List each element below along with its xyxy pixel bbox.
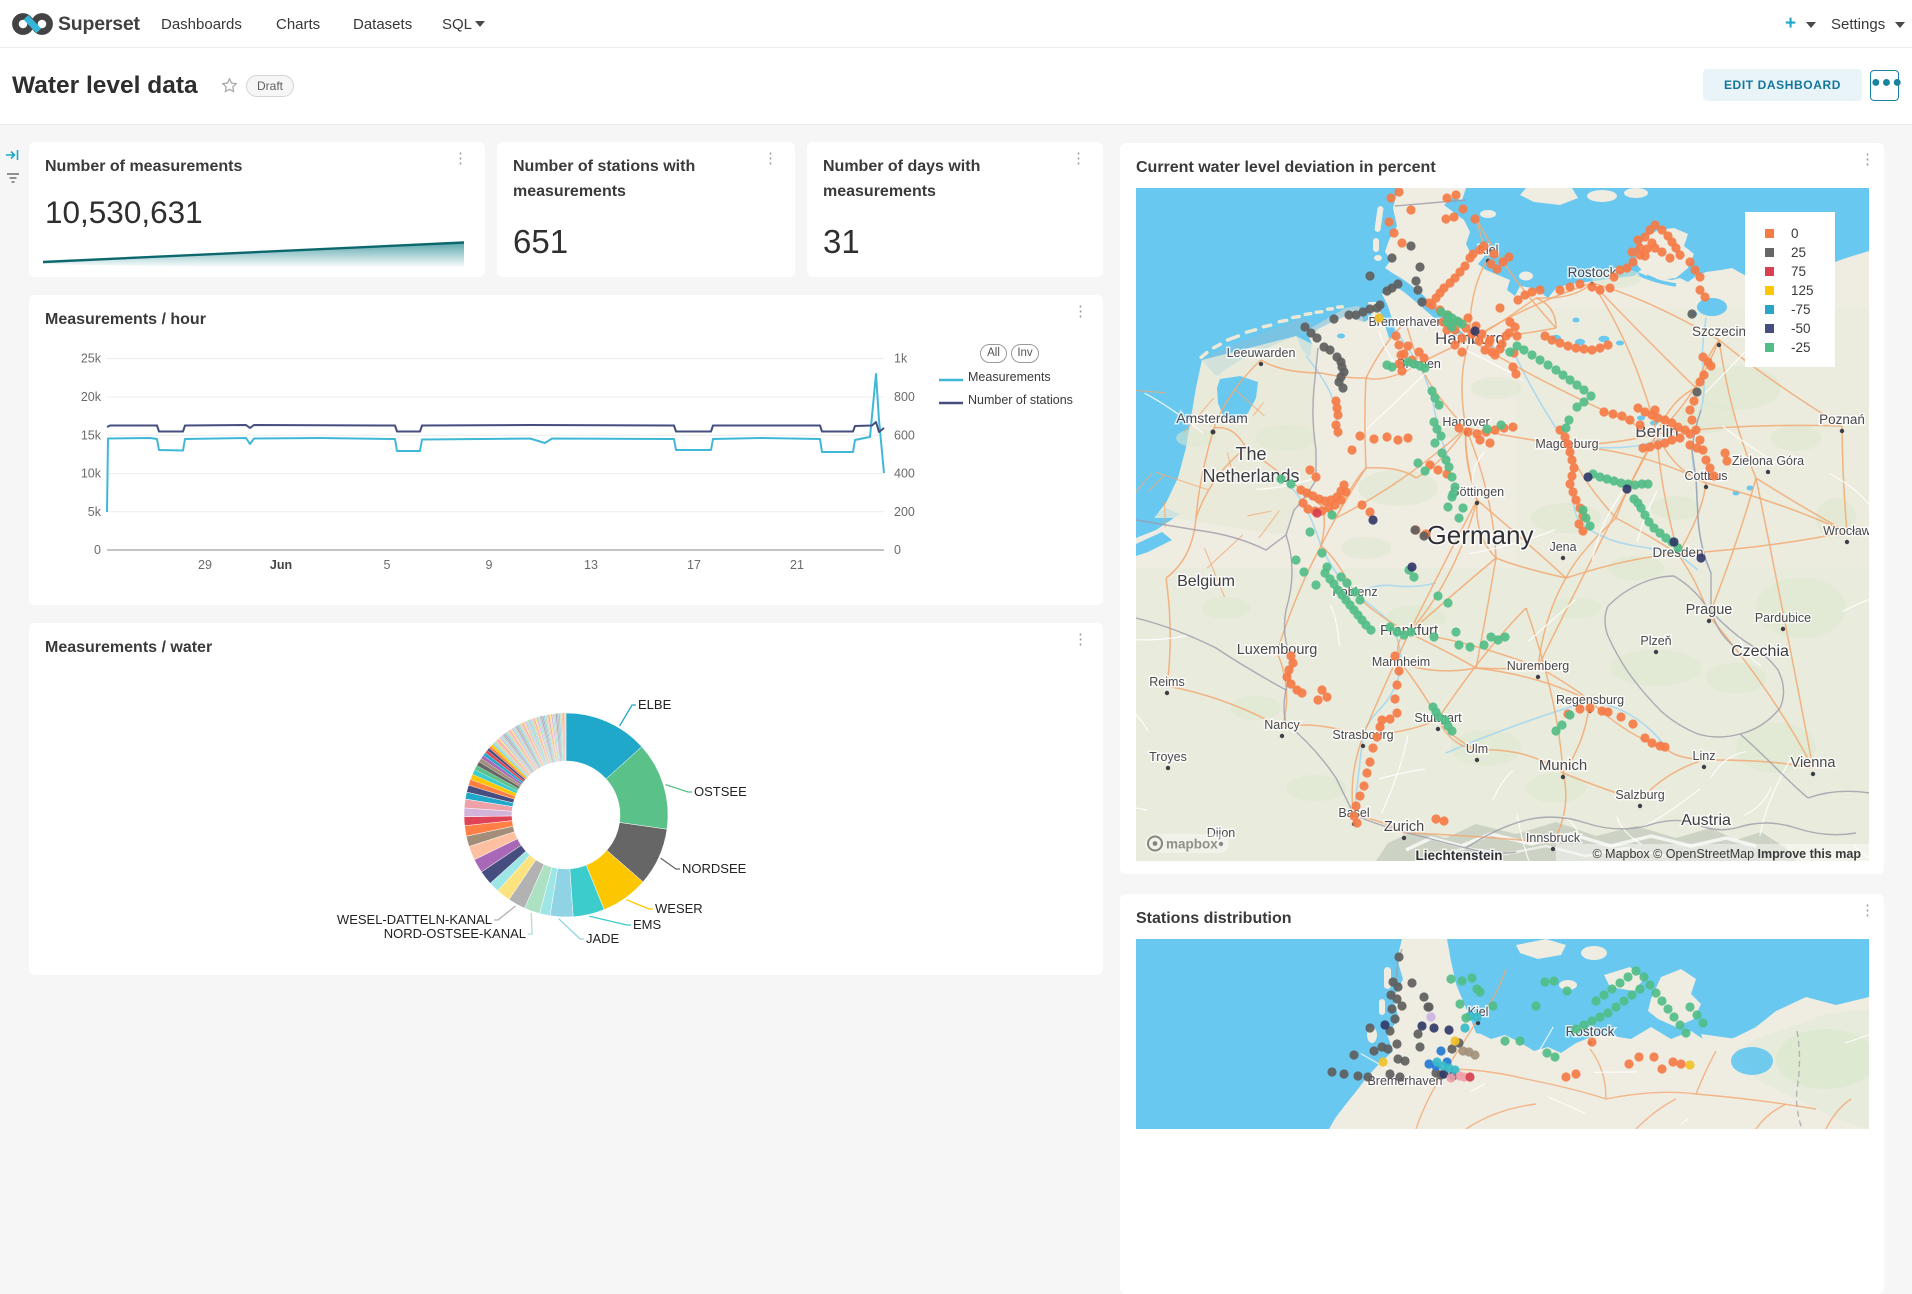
svg-text:Austria: Austria [1681,812,1731,829]
svg-text:5k: 5k [88,505,102,519]
svg-text:Prague: Prague [1686,602,1733,618]
svg-text:The: The [1235,444,1266,464]
svg-text:NORD-OSTSEE-KANAL: NORD-OSTSEE-KANAL [384,926,526,941]
svg-text:Jun: Jun [270,558,292,572]
svg-text:Salzburg: Salzburg [1615,788,1664,802]
svg-text:Netherlands: Netherlands [1202,466,1299,486]
svg-text:Liechtenstein: Liechtenstein [1415,848,1502,861]
svg-text:Zurich: Zurich [1384,819,1424,835]
svg-text:75: 75 [1791,264,1806,279]
svg-text:400: 400 [894,467,915,481]
svg-text:Germany: Germany [1427,520,1534,550]
svg-text:JADE: JADE [586,931,620,946]
svg-text:Nancy: Nancy [1264,718,1300,732]
svg-text:Strasbourg: Strasbourg [1332,728,1393,742]
svg-text:Munich: Munich [1539,757,1587,774]
svg-text:Pardubice: Pardubice [1755,611,1811,625]
svg-text:20k: 20k [81,390,102,404]
svg-text:Nuremberg: Nuremberg [1507,659,1570,673]
svg-text:Reims: Reims [1149,675,1184,689]
svg-text:25: 25 [1791,245,1806,260]
svg-text:EMS: EMS [633,917,662,932]
svg-text:17: 17 [687,558,701,572]
svg-text:Rostock: Rostock [1568,265,1617,280]
svg-text:0: 0 [1791,226,1799,241]
svg-text:10k: 10k [81,467,102,481]
svg-text:OSTSEE: OSTSEE [694,784,747,799]
svg-text:Czechia: Czechia [1731,643,1789,660]
svg-text:600: 600 [894,428,915,442]
svg-text:Jena: Jena [1549,540,1576,554]
svg-text:© Mapbox © OpenStreetMap Impro: © Mapbox © OpenStreetMap Improve this ma… [1592,847,1861,861]
svg-text:Wrocław: Wrocław [1823,524,1869,538]
svg-text:Linz: Linz [1693,749,1716,763]
svg-text:ELBE: ELBE [638,697,672,712]
svg-text:Luxembourg: Luxembourg [1237,642,1318,658]
svg-text:Amsterdam: Amsterdam [1176,410,1248,426]
svg-text:-75: -75 [1791,302,1811,317]
svg-text:Cottbus: Cottbus [1684,469,1727,483]
svg-text:Plzeň: Plzeň [1640,634,1671,648]
svg-text:-50: -50 [1791,321,1811,336]
svg-text:13: 13 [584,558,598,572]
svg-text:15k: 15k [81,428,102,442]
svg-text:Innsbruck: Innsbruck [1526,831,1581,845]
svg-text:Leeuwarden: Leeuwarden [1227,346,1296,360]
svg-text:29: 29 [198,558,212,572]
svg-text:25k: 25k [81,352,102,366]
svg-text:Ulm: Ulm [1466,742,1488,756]
svg-text:Szczecin: Szczecin [1692,324,1746,339]
svg-text:Belgium: Belgium [1177,573,1235,590]
svg-text:5: 5 [384,558,391,572]
svg-text:-25: -25 [1791,340,1811,355]
svg-text:Troyes: Troyes [1149,750,1187,764]
svg-text:Vienna: Vienna [1791,755,1837,771]
svg-text:0: 0 [894,543,901,557]
svg-text:Poznań: Poznań [1819,412,1865,427]
svg-text:Zielona Góra: Zielona Góra [1732,454,1804,468]
svg-text:Bremerhaven: Bremerhaven [1367,1074,1442,1088]
svg-text:800: 800 [894,390,915,404]
svg-text:Hanover: Hanover [1442,415,1489,429]
svg-text:9: 9 [486,558,493,572]
svg-text:NORDSEE: NORDSEE [682,861,747,876]
svg-text:125: 125 [1791,283,1814,298]
svg-text:WESER: WESER [655,901,703,916]
svg-text:200: 200 [894,505,915,519]
svg-text:0: 0 [94,543,101,557]
svg-text:WESEL-DATTELN-KANAL: WESEL-DATTELN-KANAL [337,912,492,927]
svg-text:21: 21 [790,558,804,572]
svg-text:mapbox: mapbox [1166,837,1218,852]
svg-text:1k: 1k [894,352,908,366]
